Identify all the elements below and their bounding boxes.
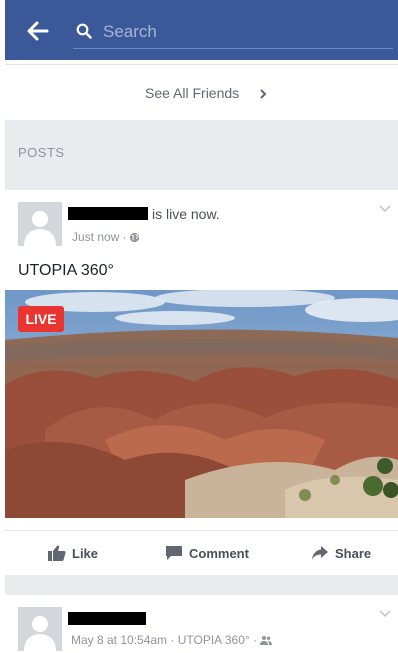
top-navigation-bar	[5, 0, 398, 60]
post-text: UTOPIA 360°	[18, 262, 114, 279]
post-timestamp[interactable]: Just now	[72, 230, 119, 244]
post-separator	[5, 575, 398, 595]
post-timestamp[interactable]: May 8 at 10:54am · UTOPIA 360° ·	[71, 633, 257, 647]
back-arrow-icon[interactable]	[25, 18, 51, 44]
share-button[interactable]: Share	[311, 543, 371, 563]
profile-silhouette-icon	[18, 202, 62, 246]
posts-section-header: POSTS	[5, 120, 398, 190]
meta-separator: ·	[122, 230, 127, 244]
post-card: is live now. Just now · UTOPIA 360° LIVE…	[5, 190, 398, 575]
globe-icon	[130, 232, 140, 243]
chevron-right-icon	[260, 89, 267, 99]
post-meta: Just now ·	[72, 230, 140, 244]
see-all-friends-link[interactable]: See All Friends	[5, 64, 398, 121]
search-icon	[76, 23, 92, 39]
like-button[interactable]: Like	[48, 543, 98, 563]
post-actions-bar: Like Comment Share	[5, 530, 398, 576]
share-label: Share	[335, 545, 372, 561]
search-input[interactable]	[101, 18, 385, 46]
chevron-down-icon[interactable]	[379, 610, 391, 618]
thumbs-up-icon	[48, 545, 66, 561]
comment-icon	[166, 546, 182, 560]
post-card: May 8 at 10:54am · UTOPIA 360° ·	[5, 595, 398, 653]
comment-label: Comment	[189, 545, 249, 561]
post-status-text: is live now.	[152, 206, 220, 222]
avatar[interactable]	[18, 607, 62, 651]
avatar[interactable]	[18, 202, 62, 246]
share-arrow-icon	[312, 546, 328, 560]
posts-heading: POSTS	[18, 145, 65, 160]
post-meta: May 8 at 10:54am · UTOPIA 360° ·	[71, 633, 273, 647]
live-video-thumbnail[interactable]: LIVE	[5, 290, 398, 518]
friends-icon	[260, 636, 273, 645]
see-all-friends-label: See All Friends	[145, 85, 240, 101]
live-badge: LIVE	[18, 306, 64, 332]
comment-button[interactable]: Comment	[165, 543, 249, 563]
like-label: Like	[72, 545, 99, 561]
profile-silhouette-icon	[18, 607, 62, 651]
chevron-down-icon[interactable]	[379, 205, 391, 213]
search-bar[interactable]	[73, 16, 393, 49]
redacted-author-name	[68, 612, 146, 625]
redacted-author-name	[68, 207, 148, 220]
